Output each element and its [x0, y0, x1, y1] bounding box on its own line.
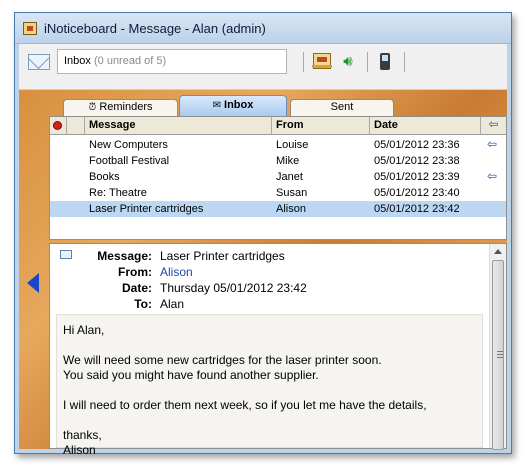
noticeboard-button[interactable] [311, 50, 333, 72]
body-line: You said you might have found another su… [63, 368, 319, 382]
tab-label: Inbox [224, 99, 254, 111]
reply-arrow-icon: ⇦ [488, 117, 499, 131]
scroll-up-icon[interactable] [494, 249, 502, 254]
table-row-selected[interactable]: Laser Printer cartridges Alison 05/01/20… [50, 201, 506, 217]
column-header-date[interactable]: Date [370, 117, 481, 135]
table-row[interactable]: New Computers Louise 05/01/2012 23:36 ⇦ [50, 137, 506, 153]
replied-column-header[interactable]: ⇦ [481, 117, 506, 135]
grip-line [497, 357, 503, 358]
header-row-from: From: Alison [50, 265, 489, 282]
column-header-from[interactable]: From [272, 117, 370, 135]
envelope-icon: ✉︎ [212, 100, 222, 111]
row-date: 05/01/2012 23:42 [374, 203, 460, 215]
message-recipient: Alan [160, 297, 185, 311]
window-title: iNoticeboard - Message - Alan (admin) [44, 21, 266, 36]
message-header: Message: Laser Printer cartridges From: … [50, 244, 489, 314]
row-date: 05/01/2012 23:36 [374, 139, 460, 151]
column-header-message[interactable]: Message [85, 117, 272, 135]
date-label: Date: [121, 281, 152, 295]
row-message: Laser Printer cartridges [89, 203, 204, 215]
from-label: From: [118, 265, 152, 279]
row-message: Books [89, 171, 120, 183]
table-row[interactable]: Books Janet 05/01/2012 23:39 ⇦ [50, 169, 506, 185]
app-window: iNoticeboard - Message - Alan (admin) In… [14, 12, 512, 457]
scrollbar-thumb[interactable] [492, 260, 504, 450]
header-row-message: Message: Laser Printer cartridges [50, 249, 489, 266]
row-from: Louise [276, 139, 309, 151]
message-body[interactable]: Hi Alan, We will need some new cartridge… [56, 314, 483, 457]
body-greeting: Hi Alan, [63, 323, 105, 337]
row-from: Mike [276, 155, 300, 167]
app-icon [23, 22, 37, 35]
grip-line [497, 354, 503, 355]
row-date: 05/01/2012 23:39 [374, 171, 460, 183]
body-line: We will need some new cartridges for the… [63, 353, 382, 367]
to-label: To: [134, 297, 152, 311]
body-line: I will need to order them next week, so … [63, 398, 427, 412]
title-bar[interactable]: iNoticeboard - Message - Alan (admin) [15, 13, 511, 44]
folder-name: Inbox [64, 55, 91, 67]
grip-line [497, 351, 503, 352]
body-closing: thanks, [63, 428, 102, 442]
tab-inbox[interactable]: ✉︎ Inbox [179, 95, 287, 116]
row-from: Janet [276, 171, 303, 183]
table-row[interactable]: Re: Theatre Susan 05/01/2012 23:40 [50, 185, 506, 201]
row-message: Football Festival [89, 155, 170, 167]
message-date: Thursday 05/01/2012 23:42 [160, 281, 307, 295]
priority-icon [53, 121, 62, 130]
toolbar-separator [303, 52, 304, 72]
client-area: Inbox (0 unread of 5) 🔊︎ ⏰︎ Reminders ✉︎… [19, 44, 507, 457]
header-row-date: Date: Thursday 05/01/2012 23:42 [50, 281, 489, 298]
row-from: Susan [276, 187, 308, 199]
priority-column-header[interactable] [50, 117, 67, 135]
mobile-phone-icon [380, 52, 390, 70]
attachment-column-header[interactable] [67, 117, 85, 135]
message-list: Message From Date ⇦ New Computers Louise… [49, 116, 507, 240]
tab-reminders[interactable]: ⏰︎ Reminders [63, 99, 178, 116]
cork-board: ⏰︎Reminders ✉︎Inbox Sent Message From [19, 90, 507, 457]
row-date: 05/01/2012 23:38 [374, 155, 460, 167]
tab-label: Reminders [99, 101, 153, 113]
tab-sent[interactable]: Sent [290, 99, 394, 116]
alarm-clock-icon: ⏰︎ [88, 102, 97, 113]
list-header: Message From Date ⇦ [50, 117, 506, 135]
row-date: 05/01/2012 23:40 [374, 187, 460, 199]
speaker-icon: 🔊︎ [343, 52, 353, 70]
message-label: Message: [97, 249, 152, 263]
reply-arrow-icon: ⇦ [487, 137, 498, 151]
tab-label: Sent [330, 101, 354, 113]
row-message: New Computers [89, 139, 168, 151]
header-row-to: To: Alan [50, 297, 489, 314]
toolbar-separator [404, 52, 405, 72]
message-subject: Laser Printer cartridges [160, 249, 285, 263]
table-row[interactable]: Football Festival Mike 05/01/2012 23:38 [50, 153, 506, 169]
toolbar: Inbox (0 unread of 5) 🔊︎ [19, 44, 507, 90]
reading-pane: Message: Laser Printer cartridges From: … [49, 243, 507, 457]
sender-link[interactable]: Alison [160, 265, 193, 279]
body-signature: Alison [63, 443, 96, 457]
left-arrow-icon[interactable] [27, 273, 39, 293]
sound-button[interactable]: 🔊︎ [337, 50, 359, 72]
toolbar-separator [367, 52, 368, 72]
vertical-scrollbar[interactable] [489, 244, 506, 450]
tab-strip: ⏰︎ Reminders ✉︎ Inbox Sent [49, 90, 507, 116]
noticeboard-icon [312, 53, 332, 69]
folder-selector[interactable]: Inbox (0 unread of 5) [57, 49, 287, 74]
reply-arrow-icon: ⇦ [487, 169, 498, 183]
mobile-button[interactable] [374, 50, 396, 72]
row-from: Alison [276, 203, 306, 215]
envelope-icon[interactable] [28, 54, 50, 70]
folder-status: (0 unread of 5) [93, 55, 167, 67]
row-message: Re: Theatre [89, 187, 147, 199]
